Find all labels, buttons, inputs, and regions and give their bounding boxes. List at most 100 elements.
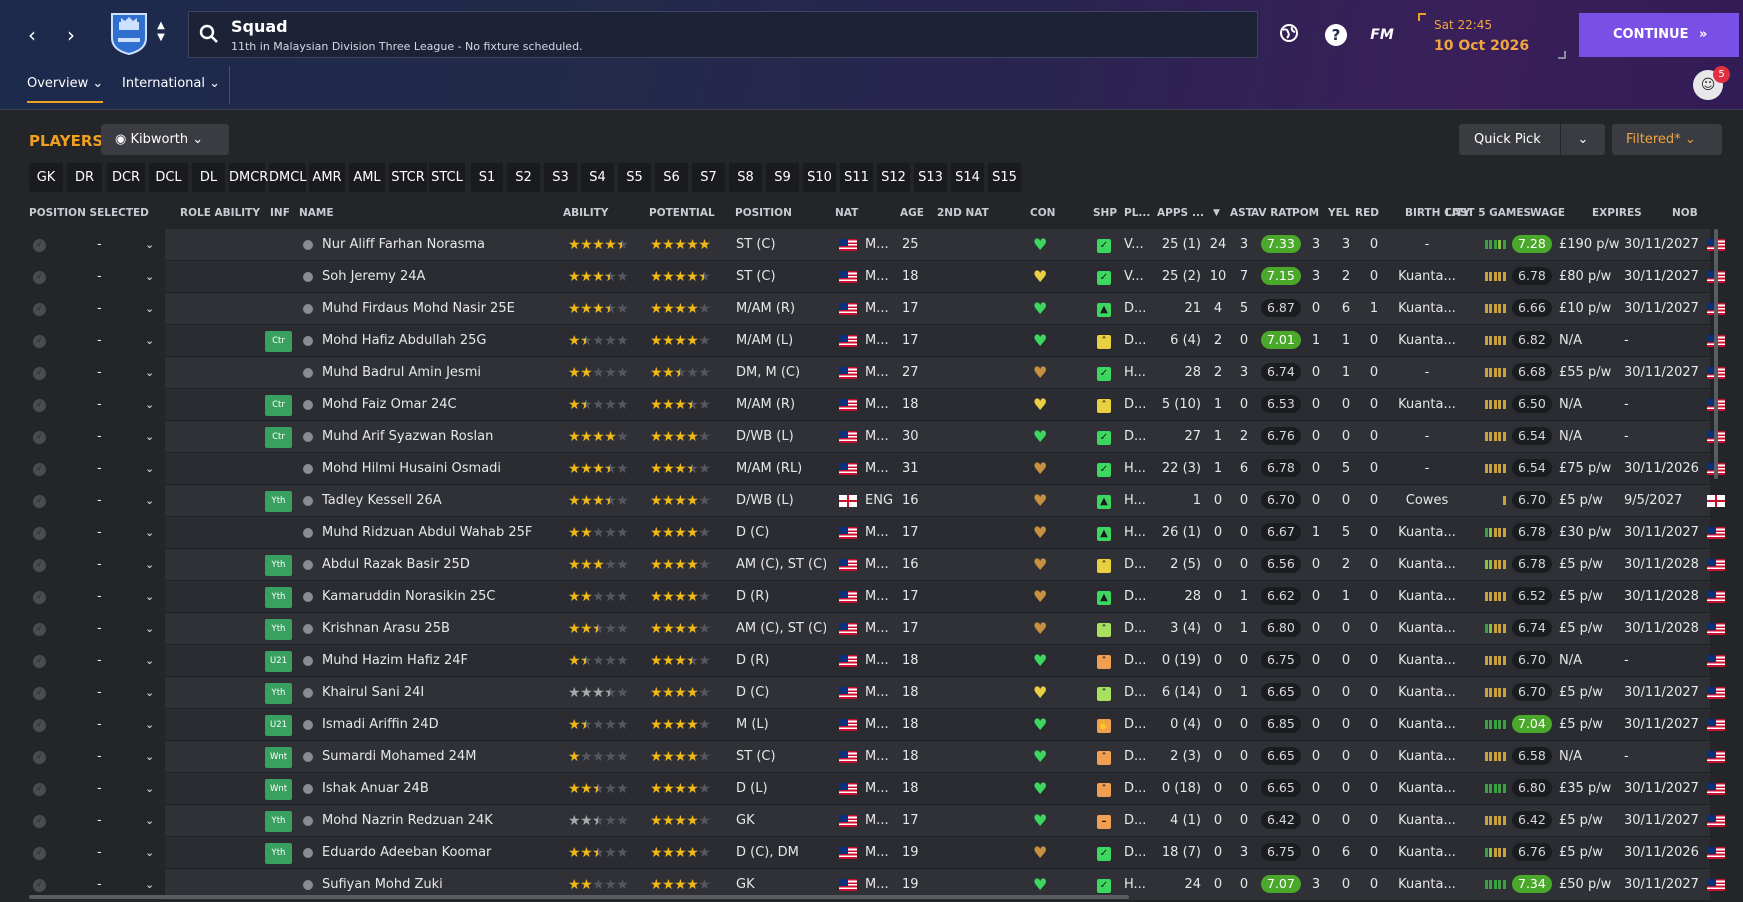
- column-header-potential[interactable]: POTENTIAL: [649, 207, 715, 219]
- chevron-down-icon[interactable]: ⌄: [145, 677, 154, 709]
- world-globe-icon[interactable]: [1276, 22, 1302, 48]
- search-box[interactable]: Squad 11th in Malaysian Division Three L…: [188, 11, 1258, 58]
- column-header-ability[interactable]: ABILITY: [563, 207, 608, 219]
- player-name[interactable]: Krishnan Arasu 25B: [322, 613, 542, 645]
- table-row[interactable]: ✓ - ⌄ U21 Muhd Hazim Hafiz 24F ★★★★★★ ★★★★★★ D …: [29, 645, 1725, 677]
- table-row[interactable]: ✓ - ⌄ Ctr Muhd Arif Syazwan Roslan ★★★★★ ★★★★★…: [29, 421, 1725, 453]
- position-button-dmcr[interactable]: DMCR: [229, 163, 268, 192]
- chevron-down-icon[interactable]: ⌄: [145, 453, 154, 485]
- chevron-down-icon[interactable]: ⌄: [145, 357, 154, 389]
- column-header-yel[interactable]: YEL: [1328, 207, 1349, 219]
- chevron-down-icon[interactable]: ⌄: [145, 837, 154, 869]
- select-tick-icon[interactable]: ✓: [33, 559, 46, 572]
- select-tick-icon[interactable]: ✓: [33, 271, 46, 284]
- position-button-s8[interactable]: S8: [729, 163, 762, 192]
- horizontal-scrollbar[interactable]: [29, 895, 1129, 899]
- column-header-ast[interactable]: AST: [1230, 207, 1253, 219]
- column-header-nob[interactable]: NOB: [1672, 207, 1698, 219]
- select-tick-icon[interactable]: ✓: [33, 655, 46, 668]
- position-selected-dropdown[interactable]: ✓ - ⌄: [29, 709, 165, 741]
- column-header-expires[interactable]: EXPIRES: [1592, 207, 1642, 219]
- player-name[interactable]: Khairul Sani 24I: [322, 677, 542, 709]
- column-header-age[interactable]: AGE: [900, 207, 924, 219]
- select-tick-icon[interactable]: ✓: [33, 623, 46, 636]
- position-button-s2[interactable]: S2: [507, 163, 540, 192]
- player-name[interactable]: Muhd Badrul Amin Jesmi: [322, 357, 542, 389]
- table-row[interactable]: ✓-⌄Muhd Badrul Amin Jesmi★★★★★★★★★★★DM, …: [29, 357, 1725, 389]
- position-selected-dropdown[interactable]: ✓ - ⌄: [29, 421, 165, 453]
- column-header-position[interactable]: POSITION: [735, 207, 792, 219]
- position-button-s15[interactable]: S15: [988, 163, 1021, 192]
- position-selected-dropdown[interactable]: ✓ - ⌄: [29, 773, 165, 805]
- position-button-dmcl[interactable]: DMCL: [269, 163, 307, 192]
- position-button-s14[interactable]: S14: [951, 163, 984, 192]
- position-button-s7[interactable]: S7: [692, 163, 725, 192]
- select-tick-icon[interactable]: ✓: [33, 239, 46, 252]
- player-name[interactable]: Tadley Kessell 26A: [322, 485, 542, 517]
- table-row[interactable]: ✓-⌄YthMohd Nazrin Redzuan 24K★★★★★★★★★★★…: [29, 805, 1725, 837]
- player-name[interactable]: Muhd Firdaus Mohd Nasir 25E: [322, 293, 542, 325]
- column-header-2nd-nat[interactable]: 2ND NAT: [937, 207, 989, 219]
- table-row[interactable]: ✓-⌄CtrMohd Hafiz Abdullah 25G★★★★★★★★★★★…: [29, 325, 1725, 357]
- column-header-pl[interactable]: PL...: [1124, 207, 1150, 219]
- chevron-down-icon[interactable]: ⌄: [145, 805, 154, 837]
- player-name[interactable]: Muhd Ridzuan Abdul Wahab 25F: [322, 517, 542, 549]
- player-name[interactable]: Mohd Nazrin Redzuan 24K: [322, 805, 542, 837]
- view-dropdown[interactable]: ◉ Kibworth ⌄: [101, 124, 229, 155]
- position-button-stcl[interactable]: STCL: [429, 163, 465, 192]
- player-name[interactable]: Abdul Razak Basir 25D: [322, 549, 542, 581]
- position-button-dcr[interactable]: DCR: [107, 163, 145, 192]
- forward-arrow-icon[interactable]: ›: [58, 22, 84, 48]
- column-header-apps[interactable]: APPS: [1157, 207, 1188, 219]
- position-button-s6[interactable]: S6: [655, 163, 688, 192]
- select-tick-icon[interactable]: ✓: [33, 303, 46, 316]
- table-row[interactable]: ✓ - ⌄ Muhd Firdaus Mohd Nasir 25E ★★★★ ★ ★★★★★…: [29, 293, 1725, 325]
- position-button-amr[interactable]: AMR: [309, 163, 345, 192]
- vertical-scrollbar[interactable]: [1714, 229, 1718, 479]
- position-selected-dropdown[interactable]: ✓ - ⌄: [29, 357, 165, 389]
- column-header-red[interactable]: RED: [1355, 207, 1379, 219]
- chevron-down-icon[interactable]: ⌄: [145, 741, 154, 773]
- table-row[interactable]: ✓ - ⌄ Ctr Mohd Faiz Omar 24C ★★★★★★ ★★★★★★ M/AM…: [29, 389, 1725, 421]
- column-header-position-selected[interactable]: POSITION SELECTED: [29, 207, 149, 219]
- position-selected-dropdown[interactable]: ✓ - ⌄: [29, 677, 165, 709]
- filter-button[interactable]: Filtered* ⌄: [1612, 124, 1722, 155]
- position-button-s9[interactable]: S9: [766, 163, 799, 192]
- club-crest-icon[interactable]: [110, 12, 148, 56]
- player-name[interactable]: Soh Jeremy 24A: [322, 261, 542, 293]
- chevron-down-icon[interactable]: ⌄: [145, 773, 154, 805]
- position-button-s5[interactable]: S5: [618, 163, 651, 192]
- chevron-down-icon[interactable]: ⌄: [145, 549, 154, 581]
- position-selected-dropdown[interactable]: ✓ - ⌄: [29, 837, 165, 869]
- select-tick-icon[interactable]: ✓: [33, 719, 46, 732]
- select-tick-icon[interactable]: ✓: [33, 847, 46, 860]
- club-switch-arrows[interactable]: ▲ ▼: [154, 20, 168, 44]
- position-button-dcl[interactable]: DCL: [149, 163, 188, 192]
- select-tick-icon[interactable]: ✓: [33, 879, 46, 892]
- select-tick-icon[interactable]: ✓: [33, 591, 46, 604]
- table-row[interactable]: ✓-⌄U21Ismadi Ariffin 24D★★★★★★★★★★★M (L)…: [29, 709, 1725, 741]
- table-row[interactable]: ✓ - ⌄ Wnt Sumardi Mohamed 24M ★★★★★ ★★★★★ ST (C…: [29, 741, 1725, 773]
- position-button-s11[interactable]: S11: [840, 163, 873, 192]
- table-row[interactable]: ✓ - ⌄ Muhd Ridzuan Abdul Wahab 25F ★★★★★ ★★★★…: [29, 517, 1725, 549]
- column-header-wage[interactable]: WAGE: [1530, 207, 1565, 219]
- position-button-s13[interactable]: S13: [914, 163, 947, 192]
- position-selected-dropdown[interactable]: ✓ - ⌄: [29, 741, 165, 773]
- position-button-dr[interactable]: DR: [67, 163, 102, 192]
- column-header-name[interactable]: NAME: [299, 207, 334, 219]
- position-selected-dropdown[interactable]: ✓ - ⌄: [29, 805, 165, 837]
- table-row[interactable]: ✓ - ⌄ Mohd Hilmi Husaini Osmadi ★★★★★★ ★★★★★★…: [29, 453, 1725, 485]
- position-selected-dropdown[interactable]: ✓ - ⌄: [29, 613, 165, 645]
- player-name[interactable]: Mohd Faiz Omar 24C: [322, 389, 542, 421]
- position-selected-dropdown[interactable]: ✓ - ⌄: [29, 389, 165, 421]
- chevron-down-icon[interactable]: ⌄: [145, 229, 154, 261]
- player-name[interactable]: Nur Aliff Farhan Norasma: [322, 229, 542, 261]
- position-button-aml[interactable]: AML: [349, 163, 385, 192]
- table-row[interactable]: ✓-⌄YthTadley Kessell 26A★★★★★★★★★★★D/WB …: [29, 485, 1725, 517]
- position-button-s4[interactable]: S4: [581, 163, 614, 192]
- position-selected-dropdown[interactable]: ✓ - ⌄: [29, 261, 165, 293]
- position-button-s12[interactable]: S12: [877, 163, 910, 192]
- position-selected-dropdown[interactable]: ✓ - ⌄: [29, 645, 165, 677]
- chevron-down-icon[interactable]: ⌄: [145, 261, 154, 293]
- select-tick-icon[interactable]: ✓: [33, 399, 46, 412]
